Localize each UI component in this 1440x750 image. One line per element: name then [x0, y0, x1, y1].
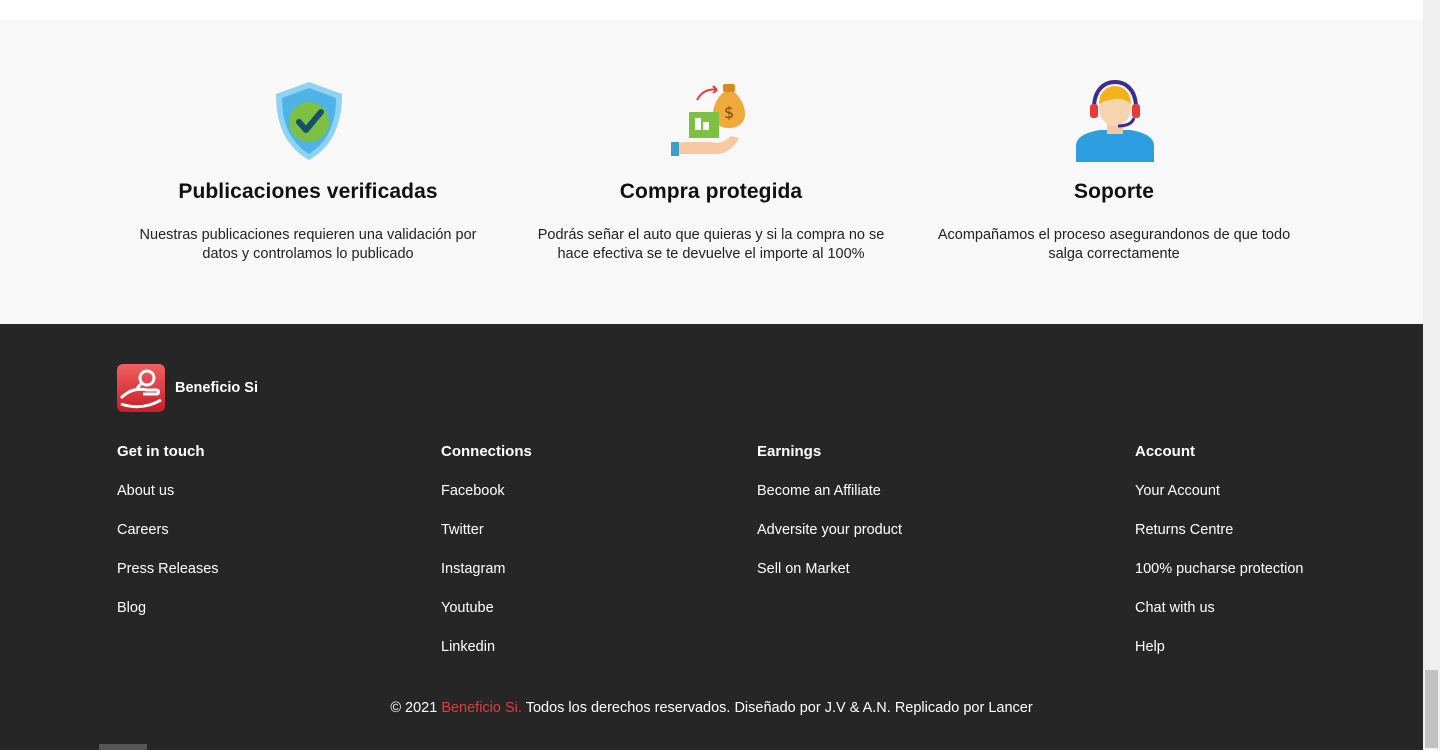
feature-description: Nuestras publicaciones requieren una val… — [139, 227, 477, 262]
footer-link-youtube[interactable]: Youtube — [441, 598, 532, 618]
footer-column-account: Account Your Account Returns Centre 100%… — [1135, 442, 1303, 657]
vertical-scrollbar[interactable] — [1423, 0, 1440, 750]
footer-link-chat-with-us[interactable]: Chat with us — [1135, 598, 1303, 618]
column-title: Connections — [441, 443, 532, 460]
footer-link-become-affiliate[interactable]: Become an Affiliate — [757, 481, 902, 501]
footer-column-earnings: Earnings Become an Affiliate Adversite y… — [757, 442, 902, 579]
footer-link-about-us[interactable]: About us — [117, 481, 219, 501]
footer-link-help[interactable]: Help — [1135, 637, 1303, 657]
footer-link-blog[interactable]: Blog — [117, 598, 219, 618]
bottom-tab — [99, 744, 147, 750]
footer-link-advertise-product[interactable]: Adversite your product — [757, 520, 902, 540]
column-title: Get in touch — [117, 443, 205, 460]
money-exchange-icon: $ — [671, 80, 753, 162]
footer-column-connections: Connections Facebook Twitter Instagram Y… — [441, 442, 532, 657]
footer-link-your-account[interactable]: Your Account — [1135, 481, 1303, 501]
footer-link-linkedin[interactable]: Linkedin — [441, 637, 532, 657]
feature-description: Podrás señar el auto que quieras y si la… — [537, 227, 885, 262]
footer-link-purchase-protection[interactable]: 100% pucharse protection — [1135, 559, 1303, 579]
shield-check-icon — [268, 80, 350, 162]
column-title: Earnings — [757, 443, 822, 460]
footer-link-facebook[interactable]: Facebook — [441, 481, 532, 501]
footer-link-careers[interactable]: Careers — [117, 520, 219, 540]
support-agent-icon — [1074, 79, 1156, 162]
site-footer: Beneficio Si Get in touch About us Caree… — [0, 324, 1423, 750]
copyright-brand-link[interactable]: Beneficio Si. — [441, 700, 522, 716]
features-section: Publicaciones verificadas Nuestras publi… — [0, 20, 1423, 324]
footer-link-twitter[interactable]: Twitter — [441, 520, 532, 540]
feature-description: Acompañamos el proceso asegurandonos de … — [937, 227, 1291, 262]
feature-title: Publicaciones verificadas — [178, 180, 438, 203]
feature-title: Soporte — [1073, 180, 1155, 203]
brand-name: Beneficio Si — [175, 380, 258, 396]
copyright-prefix: © 2021 — [390, 700, 442, 716]
footer-link-sell-on-market[interactable]: Sell on Market — [757, 559, 902, 579]
footer-brand[interactable]: Beneficio Si — [117, 364, 258, 412]
footer-link-press-releases[interactable]: Press Releases — [117, 559, 219, 579]
copyright-suffix: Todos los derechos reservados. Diseñado … — [521, 700, 1033, 716]
top-strip — [0, 0, 1423, 20]
scrollbar-thumb[interactable] — [1425, 670, 1438, 748]
svg-text:$: $ — [724, 103, 734, 122]
footer-link-instagram[interactable]: Instagram — [441, 559, 532, 579]
footer-column-get-in-touch: Get in touch About us Careers Press Rele… — [117, 442, 219, 618]
column-title: Account — [1135, 443, 1195, 460]
footer-link-returns-centre[interactable]: Returns Centre — [1135, 520, 1303, 540]
copyright-text: © 2021 Beneficio Si. Todos los derechos … — [0, 700, 1423, 716]
brand-logo-icon — [117, 364, 165, 412]
feature-title: Compra protegida — [619, 180, 803, 203]
